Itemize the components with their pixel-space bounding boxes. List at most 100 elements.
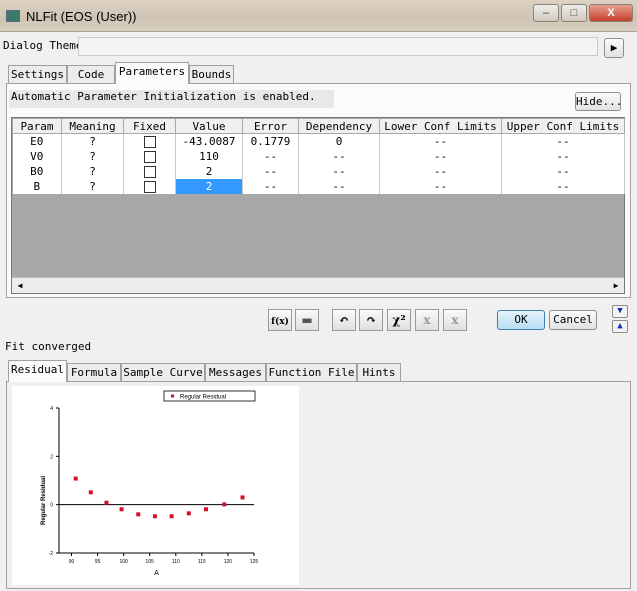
fx-button[interactable]: f(x)	[268, 309, 292, 331]
data-point	[88, 490, 93, 495]
cell-error: --	[242, 148, 299, 164]
column-header[interactable]: Value	[175, 118, 243, 134]
tab-parameters[interactable]: Parameters	[115, 62, 189, 84]
scroll-left-icon[interactable]: ◀	[12, 278, 28, 293]
expand-up-button[interactable]: ▲	[612, 320, 628, 333]
cell-error: 0.1779	[242, 133, 299, 149]
tab-settings[interactable]: Settings	[8, 65, 67, 83]
parameters-panel: Automatic Parameter Initialization is en…	[6, 83, 631, 298]
plot-background	[12, 386, 299, 585]
column-header[interactable]: Error	[242, 118, 299, 134]
close-button[interactable]: X	[589, 4, 633, 22]
cell-fixed[interactable]	[123, 133, 176, 149]
legend-label: Regular Residual	[180, 395, 226, 401]
fixed-checkbox[interactable]	[143, 180, 156, 193]
table-row[interactable]: E0? -43.0087 0.1779 0 -- --	[12, 133, 625, 149]
column-header[interactable]: Param	[12, 118, 62, 134]
fixed-checkbox[interactable]	[143, 135, 156, 148]
cell-param: B0	[12, 163, 62, 179]
table-row[interactable]: B0? 2 -- -- -- --	[12, 163, 625, 179]
legend-marker	[171, 394, 174, 398]
column-header[interactable]: Dependency	[298, 118, 380, 134]
tab-code[interactable]: Code	[67, 65, 115, 83]
cell-param: E0	[12, 133, 62, 149]
cell-lower[interactable]: --	[379, 178, 502, 194]
tab-function-file[interactable]: Function File	[266, 363, 357, 381]
maximize-button[interactable]: □	[561, 4, 587, 22]
data-point	[136, 512, 141, 517]
chi-square-button[interactable]: χ²	[387, 309, 411, 331]
cell-fixed[interactable]	[123, 163, 176, 179]
triangle-down-icon: ▼	[617, 306, 623, 316]
play-right-icon: ▶	[610, 41, 618, 54]
column-header[interactable]: Upper Conf Limits	[501, 118, 625, 134]
cell-meaning[interactable]: ?	[61, 163, 124, 179]
tab-bounds[interactable]: Bounds	[189, 65, 234, 83]
cell-dependency[interactable]: --	[298, 148, 380, 164]
x-tick-label: 115	[198, 559, 206, 565]
hide-button[interactable]: Hide...	[575, 92, 622, 111]
table-row[interactable]: B? 2 -- -- -- --	[12, 178, 625, 194]
one-iteration-step-button[interactable]: x	[415, 309, 439, 331]
cell-value[interactable]: 110	[175, 148, 243, 164]
horizontal-scrollbar[interactable]: ◀ ▶	[12, 277, 624, 293]
data-point	[169, 514, 174, 519]
data-point	[186, 511, 191, 516]
fit-step-icon: x	[451, 313, 459, 327]
cell-meaning[interactable]: ?	[61, 178, 124, 194]
dialog-theme-label: Dialog Theme	[3, 39, 83, 52]
y-axis-label: Regular Residual	[41, 476, 47, 525]
cell-value[interactable]: 2	[175, 163, 243, 179]
cell-dependency[interactable]: 0	[298, 133, 380, 149]
cell-param: B	[12, 178, 62, 194]
tab-formula[interactable]: Formula	[67, 363, 121, 381]
tab-hints[interactable]: Hints	[357, 363, 401, 381]
tab-messages[interactable]: Messages	[205, 363, 266, 381]
cell-upper[interactable]: --	[501, 148, 625, 164]
data-point	[204, 507, 209, 512]
tab-sample-curve[interactable]: Sample Curve	[121, 363, 205, 381]
cell-lower[interactable]: --	[379, 163, 502, 179]
cell-value[interactable]: -43.0087	[175, 133, 243, 149]
fit-until-converge-button[interactable]: ↷	[359, 309, 383, 331]
cell-upper[interactable]: --	[501, 133, 625, 149]
scroll-right-icon[interactable]: ▶	[608, 278, 624, 293]
cancel-button[interactable]: Cancel	[549, 310, 597, 330]
cell-upper[interactable]: --	[501, 178, 625, 194]
fixed-checkbox[interactable]	[143, 165, 156, 178]
data-point	[104, 500, 109, 505]
cell-meaning[interactable]: ?	[61, 133, 124, 149]
auto-init-message: Automatic Parameter Initialization is en…	[9, 90, 334, 108]
cell-fixed[interactable]	[123, 178, 176, 194]
cell-dependency[interactable]: --	[298, 163, 380, 179]
data-point	[152, 514, 157, 519]
cell-fixed[interactable]	[123, 148, 176, 164]
fixed-checkbox[interactable]	[143, 150, 156, 163]
collapse-down-button[interactable]: ▼	[612, 305, 628, 318]
ok-button[interactable]: OK	[497, 310, 545, 330]
x-tick-label: 90	[69, 559, 75, 565]
cell-dependency[interactable]: --	[298, 178, 380, 194]
cell-error: --	[242, 178, 299, 194]
cell-lower[interactable]: --	[379, 133, 502, 149]
cell-lower[interactable]: --	[379, 148, 502, 164]
one-iteration-button[interactable]: ↶	[332, 309, 356, 331]
save-button[interactable]: ▬	[295, 309, 319, 331]
fit-step-button[interactable]: x	[443, 309, 467, 331]
column-header[interactable]: Lower Conf Limits	[379, 118, 502, 134]
data-point	[119, 507, 124, 512]
column-header[interactable]: Fixed	[123, 118, 176, 134]
cell-meaning[interactable]: ?	[61, 148, 124, 164]
residual-panel: 90 95 100 105 110 115 120 125 -2 0 2 4 A Regular Resi…	[6, 381, 631, 589]
cell-param: V0	[12, 148, 62, 164]
x-tick-label: 95	[95, 559, 101, 565]
column-header[interactable]: Meaning	[61, 118, 124, 134]
table-row[interactable]: V0? 110 -- -- -- --	[12, 148, 625, 164]
tab-residual[interactable]: Residual	[8, 360, 67, 382]
minimize-button[interactable]: –	[533, 4, 559, 22]
cell-value[interactable]: 2	[175, 178, 243, 194]
theme-arrow-button[interactable]: ▶	[604, 38, 624, 58]
cell-upper[interactable]: --	[501, 163, 625, 179]
dialog-theme-input[interactable]	[78, 37, 598, 56]
title-bar: NLFit (EOS (User)) – □ X	[0, 0, 637, 32]
